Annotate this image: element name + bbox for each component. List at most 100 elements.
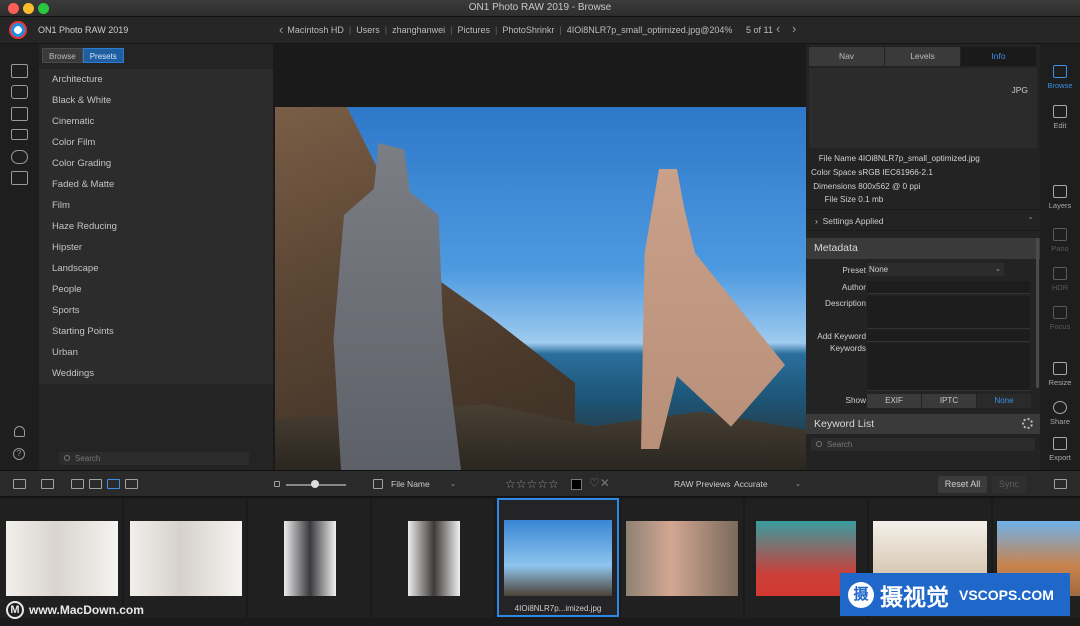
image-viewer[interactable] (273, 44, 806, 470)
albums-icon[interactable] (11, 171, 28, 185)
preset-category-item[interactable]: Cinematic (39, 111, 273, 132)
preset-category-item[interactable]: Hipster (39, 237, 273, 258)
preset-category-item[interactable]: Black & White (39, 90, 273, 111)
star-rating-filter[interactable]: ☆☆☆☆☆ (505, 477, 559, 491)
author-field[interactable] (867, 281, 1030, 294)
filmstrip-view-icon[interactable] (107, 479, 120, 489)
description-field[interactable] (867, 296, 1030, 329)
metadata-scrollbar[interactable] (1036, 238, 1039, 388)
preset-category-item[interactable]: People (39, 279, 273, 300)
module-share[interactable]: Share (1040, 401, 1080, 426)
settings-applied-section[interactable]: › Settings Applied ⌃ (806, 209, 1040, 231)
module-edit[interactable]: Edit (1040, 105, 1080, 130)
color-label-filter[interactable] (571, 479, 582, 490)
module-layers[interactable]: Layers (1040, 185, 1080, 210)
sort-by-select[interactable]: File Name ⌄ (388, 477, 459, 492)
color-space-value: sRGB IEC61966-2.1 (858, 168, 933, 177)
chevron-down-icon: ⌄ (995, 266, 1001, 273)
share-icon (1053, 401, 1067, 414)
preset-category-item[interactable]: Starting Points (39, 321, 273, 342)
main-photo[interactable] (275, 107, 806, 470)
preset-category-item[interactable]: Color Film (39, 132, 273, 153)
keywords-field[interactable] (867, 343, 1030, 391)
preset-category-item[interactable]: Architecture (39, 69, 273, 90)
compare-view-icon[interactable] (41, 479, 54, 489)
vscops-watermark: 摄 摄视觉 VSCOPS.COM (840, 573, 1070, 616)
like-reject-filter-icon[interactable]: ♡✕ (589, 476, 610, 490)
show-label: Show (845, 396, 866, 405)
drive-icon[interactable] (11, 129, 28, 140)
back-chevron-icon[interactable]: ‹ (279, 23, 283, 36)
tab-browse[interactable]: Browse (42, 48, 83, 63)
reset-all-button[interactable]: Reset All (938, 476, 987, 493)
preset-category-item[interactable]: Film (39, 195, 273, 216)
keyword-list-header[interactable]: Keyword List (806, 414, 1040, 434)
show-exif-button[interactable]: EXIF (867, 394, 921, 408)
breadcrumb-item[interactable]: Macintosh HD (287, 25, 344, 35)
browse-icon (1053, 65, 1067, 78)
sync-button[interactable]: Sync (992, 476, 1026, 493)
module-browse[interactable]: Browse (1040, 65, 1080, 90)
metadata-header[interactable]: Metadata (806, 238, 1040, 259)
module-focus[interactable]: Focus (1040, 306, 1080, 331)
expand-toggle-icon[interactable]: ⌃ (1027, 210, 1034, 232)
module-resize[interactable]: Resize (1040, 362, 1080, 387)
preset-category-item[interactable]: Urban (39, 342, 273, 363)
search-placeholder: Search (75, 454, 101, 463)
toggle-right-panel-icon[interactable] (1054, 479, 1067, 489)
keyword-search-input[interactable]: Search (811, 438, 1035, 451)
filmstrip-thumbnail[interactable] (372, 499, 494, 618)
show-iptc-button[interactable]: IPTC (922, 394, 976, 408)
info-panel: Nav Levels Info JPG File Name 4IOi8NLR7p… (806, 44, 1040, 470)
monitor-icon[interactable] (11, 64, 28, 78)
preset-category-item[interactable]: Faded & Matte (39, 174, 273, 195)
thumbnail-small-icon (274, 481, 280, 487)
user-icon[interactable] (14, 426, 25, 437)
left-source-rail: ? (0, 44, 39, 470)
gear-icon[interactable] (1022, 418, 1033, 429)
breadcrumb-item[interactable]: Pictures (457, 25, 490, 35)
cloud-icon[interactable] (11, 150, 28, 164)
layers-icon (1053, 185, 1067, 198)
thumbnail-size-slider-knob[interactable] (311, 480, 319, 488)
tab-nav[interactable]: Nav (809, 47, 885, 66)
previous-image-chevron-icon[interactable]: ‹ (776, 22, 780, 35)
breadcrumb-item[interactable]: 4IOi8NLR7p_small_optimized.jpg@204% (567, 25, 733, 35)
photo-woman (641, 169, 785, 449)
preset-category-item[interactable]: Color Grading (39, 153, 273, 174)
tab-levels[interactable]: Levels (885, 47, 961, 66)
breadcrumb-item[interactable]: PhotoShrinkr (502, 25, 554, 35)
next-image-chevron-icon[interactable]: › (792, 22, 796, 35)
filmstrip-thumbnail[interactable] (621, 499, 743, 618)
show-row: Show EXIF IPTC None (806, 394, 1040, 408)
camera-icon[interactable] (11, 85, 28, 99)
preset-category-item[interactable]: Sports (39, 300, 273, 321)
focus-icon (1053, 306, 1067, 319)
folder-icon[interactable] (11, 107, 28, 121)
preset-category-item[interactable]: Haze Reducing (39, 216, 273, 237)
tab-presets[interactable]: Presets (82, 48, 124, 63)
preset-category-item[interactable]: Weddings (39, 363, 273, 384)
grid-view-icon[interactable] (71, 479, 84, 489)
compare-grid-icon[interactable] (125, 479, 138, 489)
breadcrumb-item[interactable]: zhanghanwei (392, 25, 445, 35)
add-keyword-field[interactable] (867, 330, 1030, 342)
toggle-left-panel-icon[interactable] (13, 479, 26, 489)
preset-category-item[interactable]: Landscape (39, 258, 273, 279)
info-tabs: Nav Levels Info (809, 47, 1037, 66)
module-export[interactable]: Export (1040, 437, 1080, 462)
breadcrumb-item[interactable]: Users (356, 25, 380, 35)
module-pano[interactable]: Pano (1040, 228, 1080, 253)
tab-info[interactable]: Info (961, 47, 1037, 66)
detail-view-icon[interactable] (89, 479, 102, 489)
preset-select[interactable]: None ⌄ (867, 263, 1004, 276)
show-none-button[interactable]: None (977, 394, 1031, 408)
raw-previews-select[interactable]: Accurate ⌄ (732, 477, 804, 492)
search-icon (816, 441, 822, 447)
filmstrip-thumbnail[interactable] (248, 499, 370, 618)
filmstrip-thumbnail-selected[interactable]: 4IOi8NLR7p...imized.jpg (497, 498, 619, 617)
preset-search-input[interactable]: Search (59, 452, 249, 465)
module-hdr[interactable]: HDR (1040, 267, 1080, 292)
export-icon (1053, 437, 1067, 450)
help-icon[interactable]: ? (13, 448, 25, 460)
